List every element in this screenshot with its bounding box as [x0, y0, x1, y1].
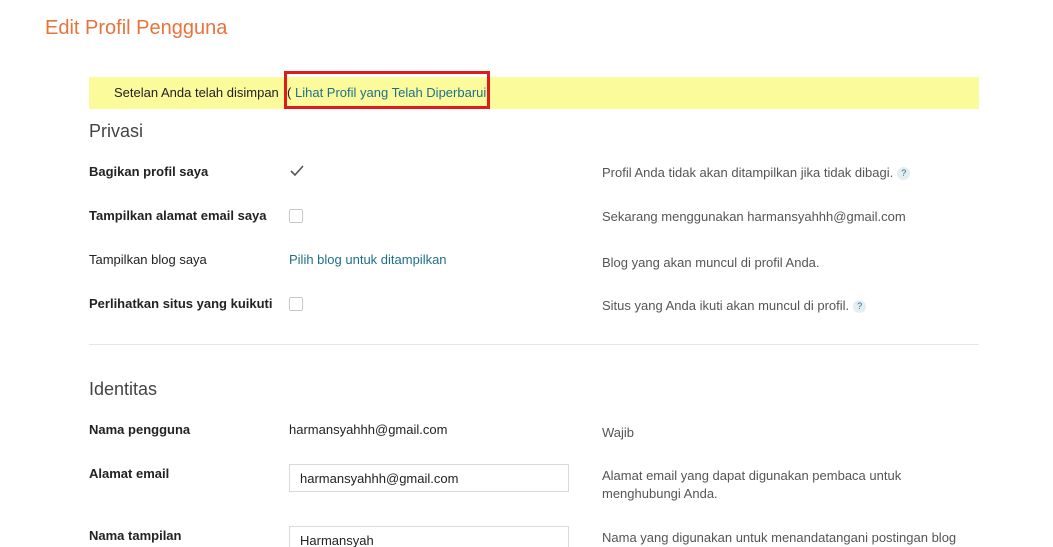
- page-title: Edit Profil Pengguna: [45, 17, 228, 39]
- email-help: Alamat email yang dapat digunakan pembac…: [602, 468, 902, 501]
- display-name-input[interactable]: [289, 526, 569, 547]
- save-notice-bar: Setelan Anda telah disimpan ( Lihat Prof…: [89, 71, 979, 109]
- save-notice-message: Setelan Anda telah disimpan: [114, 85, 279, 100]
- show-blog-help: Blog yang akan muncul di profil Anda.: [602, 255, 820, 270]
- share-profile-label: Bagikan profil saya: [89, 164, 209, 179]
- username-help: Wajib: [602, 425, 635, 440]
- show-email-help: Sekarang menggunakan harmansyahhh@gmail.…: [602, 209, 906, 224]
- share-profile-help: Profil Anda tidak akan ditampilkan jika …: [602, 164, 962, 182]
- show-email-checkbox[interactable]: [289, 209, 303, 223]
- privacy-section-title: Privasi: [89, 121, 144, 141]
- email-input[interactable]: [289, 464, 569, 492]
- show-followed-sites-label: Perlihatkan situs yang kuikuti: [89, 296, 273, 311]
- checkmark-icon: [290, 165, 304, 177]
- show-blog-label: Tampilkan blog saya: [89, 252, 207, 267]
- show-followed-sites-help-text: Situs yang Anda ikuti akan muncul di pro…: [602, 298, 850, 313]
- section-divider: [89, 344, 979, 345]
- display-name-help: Nama yang digunakan untuk menandatangani…: [602, 530, 957, 545]
- question-icon[interactable]: ?: [853, 300, 867, 313]
- highlight-box: [284, 71, 490, 109]
- email-label: Alamat email: [89, 466, 170, 481]
- show-email-label: Tampilkan alamat email saya: [89, 208, 267, 223]
- share-profile-help-text: Profil Anda tidak akan ditampilkan jika …: [602, 165, 894, 180]
- choose-blogs-link[interactable]: Pilih blog untuk ditampilkan: [289, 252, 447, 267]
- question-icon[interactable]: ?: [897, 167, 911, 180]
- display-name-label: Nama tampilan: [89, 528, 182, 543]
- show-followed-sites-checkbox[interactable]: [289, 297, 303, 311]
- edit-profile-page: Edit Profil Pengguna Setelan Anda telah …: [0, 0, 1053, 547]
- identity-section-title: Identitas: [89, 379, 158, 399]
- username-label: Nama pengguna: [89, 422, 191, 437]
- username-value: harmansyahhh@gmail.com: [289, 422, 448, 437]
- share-profile-checkbox[interactable]: [289, 165, 304, 179]
- show-followed-sites-help: Situs yang Anda ikuti akan muncul di pro…: [602, 297, 962, 315]
